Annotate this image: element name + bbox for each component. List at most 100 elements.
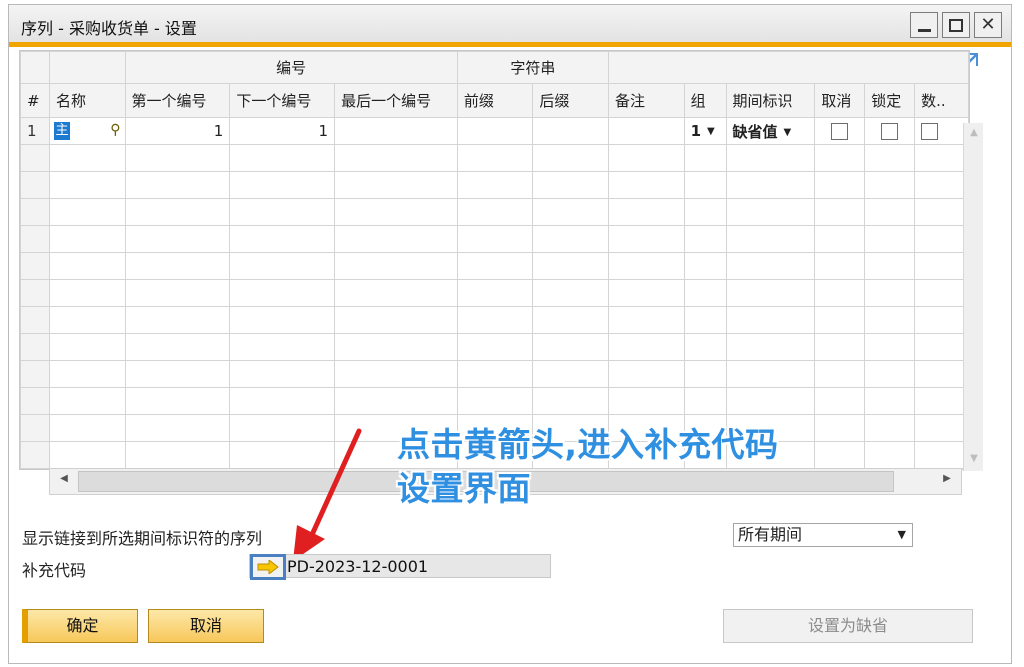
empty-cell[interactable] (334, 252, 458, 280)
empty-cell[interactable] (334, 279, 458, 307)
col-header-next-number[interactable]: 下一个编号 (229, 83, 336, 118)
empty-cell[interactable] (814, 252, 866, 280)
more-cell[interactable] (914, 117, 969, 145)
empty-cell[interactable] (914, 387, 969, 415)
empty-cell[interactable] (456, 306, 534, 334)
empty-cell[interactable] (914, 225, 969, 253)
col-header-last-number[interactable]: 最后一个编号 (334, 83, 458, 118)
empty-cell[interactable] (334, 306, 458, 334)
empty-cell[interactable] (725, 225, 816, 253)
col-header-index[interactable]: # (20, 83, 50, 118)
empty-cell[interactable] (229, 387, 336, 415)
empty-cell[interactable] (914, 279, 969, 307)
empty-cell[interactable] (48, 387, 126, 415)
empty-row[interactable] (20, 387, 969, 415)
empty-cell[interactable] (725, 387, 816, 415)
empty-cell[interactable] (456, 387, 534, 415)
empty-cell[interactable] (814, 441, 866, 469)
scroll-up-icon[interactable]: ▲ (966, 127, 982, 141)
empty-cell[interactable] (334, 360, 458, 388)
empty-cell[interactable] (683, 333, 727, 361)
empty-row[interactable] (20, 252, 969, 280)
set-default-button[interactable]: 设置为缺省 (723, 609, 973, 643)
first-number-cell[interactable]: 1 (124, 117, 231, 145)
empty-cell[interactable] (532, 387, 609, 415)
empty-cell[interactable] (229, 333, 336, 361)
empty-cell[interactable] (683, 387, 727, 415)
empty-cell[interactable] (456, 252, 534, 280)
empty-cell[interactable] (864, 279, 916, 307)
empty-cell[interactable] (914, 441, 969, 469)
empty-cell[interactable] (814, 198, 866, 226)
empty-cell[interactable] (608, 360, 685, 388)
empty-cell[interactable] (864, 252, 916, 280)
locked-cell[interactable] (864, 117, 916, 145)
empty-cell[interactable] (814, 306, 866, 334)
empty-cell[interactable] (814, 279, 866, 307)
empty-cell[interactable] (725, 279, 816, 307)
empty-cell[interactable] (124, 279, 231, 307)
empty-cell[interactable] (48, 198, 126, 226)
empty-cell[interactable] (864, 414, 916, 442)
col-header-first-number[interactable]: 第一个编号 (124, 83, 231, 118)
empty-cell[interactable] (814, 144, 866, 172)
empty-cell[interactable] (914, 171, 969, 199)
col-header-group[interactable]: 组 (683, 83, 727, 118)
empty-cell[interactable] (229, 225, 336, 253)
empty-cell[interactable] (914, 414, 969, 442)
empty-cell[interactable] (48, 225, 126, 253)
empty-cell[interactable] (608, 144, 685, 172)
empty-row[interactable] (20, 198, 969, 226)
empty-cell[interactable] (914, 306, 969, 334)
empty-cell[interactable] (456, 360, 534, 388)
empty-cell[interactable] (229, 144, 336, 172)
empty-cell[interactable] (456, 279, 534, 307)
empty-cell[interactable] (48, 414, 126, 442)
group-cell[interactable]: 1 ▼ (683, 117, 727, 145)
empty-cell[interactable] (683, 225, 727, 253)
empty-cell[interactable] (608, 171, 685, 199)
locked-checkbox[interactable] (881, 123, 899, 140)
empty-cell[interactable] (229, 360, 336, 388)
empty-cell[interactable] (124, 252, 231, 280)
empty-cell[interactable] (864, 360, 916, 388)
col-header-locked[interactable]: 锁定 (864, 83, 916, 118)
lookup-icon[interactable]: ⚲ (110, 122, 120, 138)
empty-cell[interactable] (814, 360, 866, 388)
empty-cell[interactable] (229, 279, 336, 307)
empty-cell[interactable] (864, 441, 916, 469)
empty-cell[interactable] (814, 333, 866, 361)
empty-cell[interactable] (48, 441, 126, 469)
dropdown-arrow-icon[interactable]: ▼ (707, 126, 715, 137)
period-cell[interactable]: 缺省值 ▼ (725, 117, 816, 145)
empty-cell[interactable] (683, 252, 727, 280)
empty-cell[interactable] (608, 333, 685, 361)
empty-cell[interactable] (334, 225, 458, 253)
empty-cell[interactable] (725, 306, 816, 334)
empty-cell[interactable] (334, 144, 458, 172)
empty-cell[interactable] (48, 279, 126, 307)
empty-cell[interactable] (725, 144, 816, 172)
empty-cell[interactable] (456, 144, 534, 172)
empty-cell[interactable] (532, 279, 609, 307)
empty-cell[interactable] (48, 171, 126, 199)
empty-cell[interactable] (725, 360, 816, 388)
empty-cell[interactable] (124, 414, 231, 442)
empty-cell[interactable] (864, 171, 916, 199)
empty-cell[interactable] (532, 333, 609, 361)
empty-cell[interactable] (725, 198, 816, 226)
period-select[interactable]: 所有期间 ▼ (733, 523, 913, 547)
empty-row[interactable] (20, 279, 969, 307)
empty-cell[interactable] (48, 306, 126, 334)
scroll-left-icon[interactable]: ◀ (56, 473, 72, 489)
empty-cell[interactable] (229, 198, 336, 226)
empty-cell[interactable] (683, 306, 727, 334)
empty-cell[interactable] (814, 387, 866, 415)
empty-cell[interactable] (48, 333, 126, 361)
empty-cell[interactable] (124, 225, 231, 253)
empty-cell[interactable] (124, 171, 231, 199)
empty-cell[interactable] (683, 279, 727, 307)
empty-cell[interactable] (532, 144, 609, 172)
empty-row[interactable] (20, 225, 969, 253)
empty-cell[interactable] (532, 225, 609, 253)
